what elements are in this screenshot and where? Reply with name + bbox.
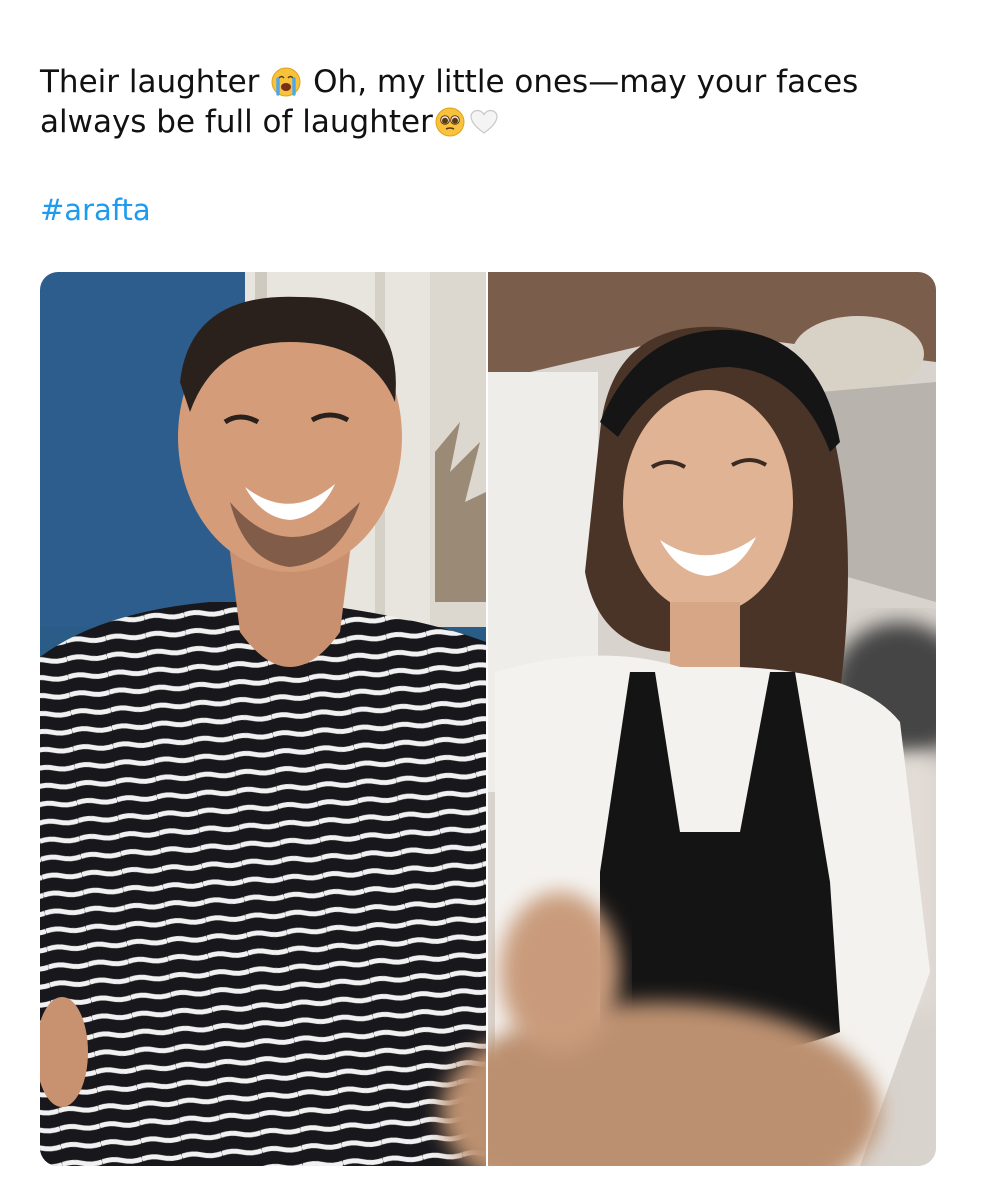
photo-divider bbox=[486, 272, 488, 1166]
pleading-face-icon bbox=[435, 107, 465, 137]
right-photo bbox=[440, 272, 936, 1166]
loudly-crying-face-icon bbox=[271, 67, 301, 97]
post-text: Their laughter Oh, my little ones—may yo… bbox=[40, 62, 940, 142]
media-photo-collage[interactable] bbox=[40, 272, 936, 1166]
post-text-segment: Their laughter bbox=[40, 64, 260, 100]
post-text-segment: always be full of laughter bbox=[40, 104, 433, 140]
left-photo bbox=[40, 272, 486, 1166]
post-text-segment: Oh, my little ones—may your faces bbox=[313, 64, 859, 100]
post-text-line-1: Their laughter Oh, my little ones—may yo… bbox=[40, 62, 940, 102]
collage-image bbox=[40, 272, 936, 1166]
hashtag-link[interactable]: #arafta bbox=[40, 190, 151, 230]
white-heart-icon bbox=[470, 109, 498, 134]
post-text-line-2: always be full of laughter bbox=[40, 102, 940, 142]
